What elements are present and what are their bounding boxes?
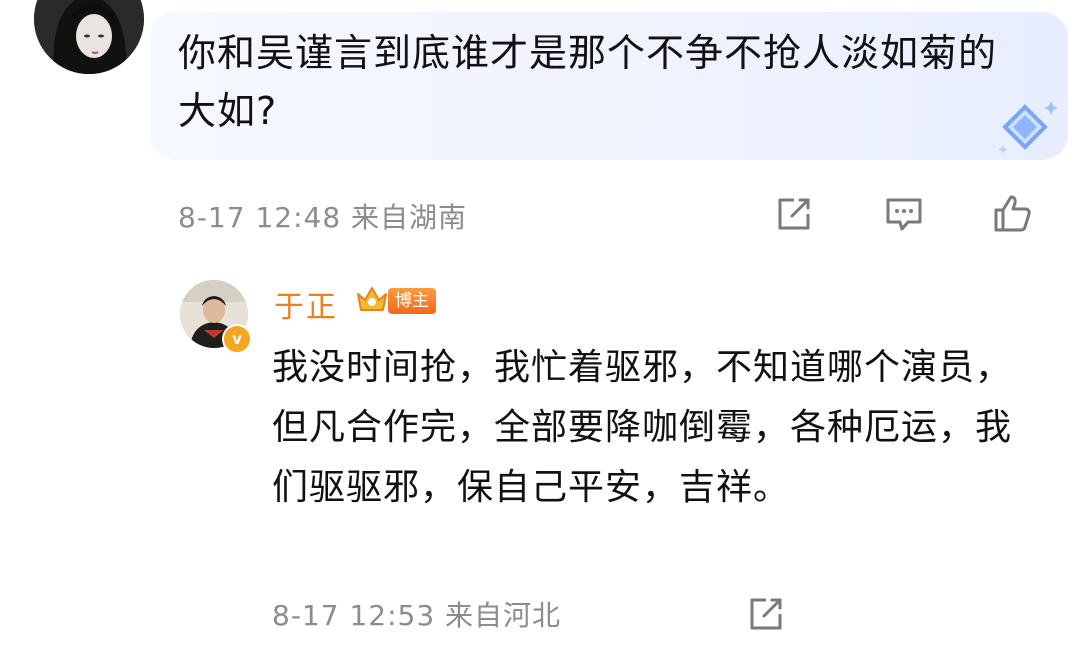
reply-text: 我没时间抢，我忙着驱邪，不知道哪个演员，但凡合作完，全部要降咖倒霉，各种厄运，我…: [272, 347, 1013, 508]
comment-button[interactable]: [882, 192, 926, 236]
share-icon: [778, 198, 810, 230]
blogger-badge: 博主: [388, 288, 436, 314]
replier-username[interactable]: 于正: [274, 282, 338, 326]
verified-badge-icon: v: [222, 324, 252, 354]
comment-location: 来自湖南: [351, 201, 468, 234]
comment-timestamp: 8-17 12:48: [178, 201, 342, 234]
reply-meta: 8-17 12:53 来自河北: [272, 594, 561, 634]
comment-meta: 8-17 12:48 来自湖南: [178, 196, 467, 236]
commenter-avatar-image: [34, 0, 144, 74]
reply-share-button[interactable]: [744, 592, 788, 636]
comment-icon: [886, 198, 922, 231]
crown-icon: [357, 287, 387, 311]
share-button[interactable]: [772, 192, 816, 236]
commenter-avatar[interactable]: [34, 0, 144, 74]
thumbs-up-icon: [994, 195, 1031, 232]
reply-timestamp: 8-17 12:53: [272, 599, 436, 632]
diamond-sparkle-icon: [998, 101, 1058, 154]
like-button[interactable]: [990, 192, 1034, 236]
reply-location: 来自河北: [445, 599, 562, 632]
share-icon: [750, 598, 782, 630]
comment-text: 你和吴谨言到底谁才是那个不争不抢人淡如菊的大如?: [178, 31, 998, 133]
